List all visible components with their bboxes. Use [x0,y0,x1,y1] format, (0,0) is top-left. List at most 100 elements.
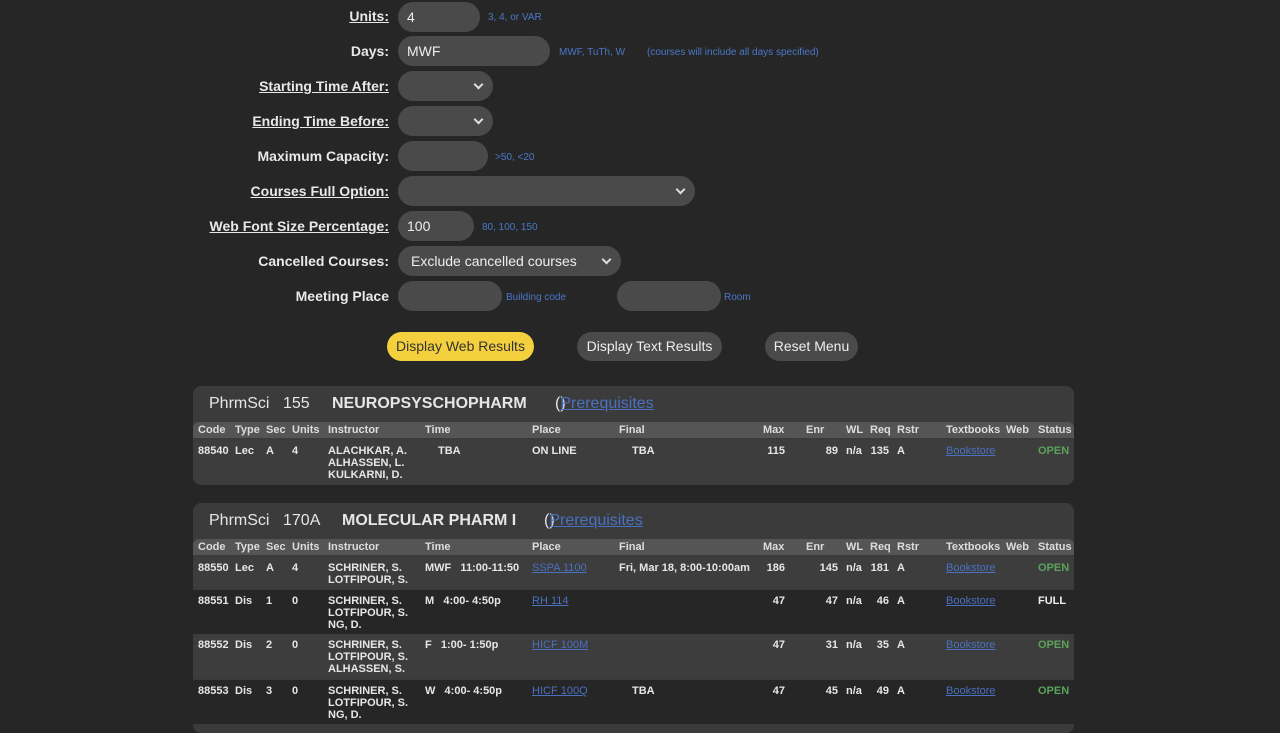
font-size-label[interactable]: Web Font Size Percentage: [210,218,389,234]
column-header-units: Units [292,424,320,436]
cell-type: Lec [235,445,254,457]
table-row: 88552 Dis 2 0 SCHRINER, S. LOTFIPOUR, S. ALH… [193,634,1074,678]
max-capacity-hint: >50, <20 [495,152,535,163]
course-dept: PhrmSci [209,395,270,412]
cancelled-select[interactable]: Exclude cancelled courses [398,246,621,276]
cell-sec: 2 [266,639,273,651]
column-header-type: Type [235,424,260,436]
column-header-rstr: Rstr [897,541,920,553]
table-row: 88551 Dis 1 0 SCHRINER, S. LOTFIPOUR, S. NG,… [193,590,1074,634]
cell-rstr: A [897,639,905,651]
cell-type: Lec [235,562,254,574]
cell-sec: A [266,445,274,457]
cell-wl: n/a [846,595,862,607]
end-time-label[interactable]: Ending Time Before: [252,113,389,129]
column-header-units: Units [292,541,320,553]
bookstore-link[interactable]: Bookstore [946,562,996,574]
cell-units: 0 [292,595,299,607]
prerequisites: (Prerequisites) [544,503,643,539]
column-header-place: Place [532,424,561,436]
units-label: Units: [349,8,389,24]
cell-instructor: ALACHKAR, A. ALHASSEN, L. KULKARNI, D. [328,445,408,481]
column-header-sec: Sec [266,541,286,553]
cell-sec: A [266,562,274,574]
column-header-time: Time [425,541,451,553]
cell-code: 88553 [198,685,229,697]
course-dept: PhrmSci [209,512,270,529]
cell-sec: 1 [266,595,273,607]
cell-time: TBA [438,445,461,457]
column-header-final: Final [619,541,645,553]
column-header-textbooks: Textbooks [946,424,1001,436]
column-header-row: Code Type Sec Units Instructor Time Place Final… [193,422,1074,438]
cell-max: 47 [772,595,785,607]
cell-req: 46 [876,595,889,607]
days-input[interactable]: MWF [398,36,550,66]
course-title: PhrmSci 170A MOLECULAR PHARM I (Prerequisit… [193,503,1074,539]
full-option-select[interactable] [398,176,695,206]
units-hint: 3, 4, or VAR [488,12,542,23]
reset-menu-button[interactable]: Reset Menu [765,332,858,361]
full-option-label[interactable]: Courses Full Option: [251,183,389,199]
cell-instructor: SCHRINER, S. LOTFIPOUR, S. ALHASSEN, S. [328,639,409,675]
prerequisites-link[interactable]: Prerequisites [549,503,642,539]
building-input[interactable] [398,281,502,311]
cell-rstr: A [897,562,905,574]
column-header-wl: WL [846,541,864,553]
cell-units: 0 [292,639,299,651]
max-capacity-label: Maximum Capacity: [257,148,389,164]
days-hint: MWF, TuTh, W [559,47,626,58]
cell-req: 49 [876,685,889,697]
cell-code: 88550 [198,562,229,574]
cell-time: W 4:00- 4:50p [425,685,503,697]
days-note: (courses will include all days specified… [647,47,819,58]
prerequisites-link[interactable]: Prerequisites [560,386,653,422]
column-header-status: Status [1038,424,1072,436]
font-size-hint: 80, 100, 150 [482,222,538,233]
units-input[interactable]: 4 [398,2,480,32]
end-time-select[interactable] [398,106,493,136]
cell-status: OPEN [1038,639,1070,651]
meeting-place-label: Meeting Place [295,288,389,304]
cell-req: 135 [870,445,889,457]
cell-req: 181 [870,562,889,574]
column-header-sec: Sec [266,424,286,436]
display-text-results-button[interactable]: Display Text Results [577,332,722,361]
cell-wl: n/a [846,445,862,457]
cell-max: 186 [766,562,785,574]
max-capacity-input[interactable] [398,141,488,171]
room-input[interactable] [617,281,721,311]
column-header-row: Code Type Sec Units Instructor Time Place Final… [193,539,1074,555]
table-row: 88540 Lec A 4 ALACHKAR, A. ALHASSEN, L. KULK… [193,440,1074,484]
prerequisites: (Prerequisites) [555,386,654,422]
course-number: 170A [283,512,321,529]
bookstore-link[interactable]: Bookstore [946,685,996,697]
cancelled-label: Cancelled Courses: [258,253,389,269]
place-link[interactable]: HICF 100M [532,639,588,651]
table-row: 88553 Dis 3 0 SCHRINER, S. LOTFIPOUR, S. NG,… [193,680,1074,724]
cell-units: 0 [292,685,299,697]
cell-rstr: A [897,685,905,697]
bookstore-link[interactable]: Bookstore [946,445,996,457]
column-header-textbooks: Textbooks [946,541,1001,553]
bookstore-link[interactable]: Bookstore [946,595,996,607]
bookstore-link[interactable]: Bookstore [946,639,996,651]
display-web-results-button[interactable]: Display Web Results [387,332,534,361]
column-header-max: Max [763,424,785,436]
cell-type: Dis [235,595,253,607]
start-time-label[interactable]: Starting Time After: [259,78,389,94]
place-link[interactable]: RH 114 [532,595,568,607]
cell-time: F 1:00- 1:50p [425,639,499,651]
course-title: PhrmSci 155 NEUROPSYSCHOPHARM (Prerequisite… [193,386,1074,422]
cell-type: Dis [235,639,253,651]
cell-instructor: SCHRINER, S. LOTFIPOUR, S. [328,562,409,586]
column-header-time: Time [425,424,451,436]
cell-max: 115 [767,445,785,457]
cell-instructor: SCHRINER, S. LOTFIPOUR, S. NG, D. [328,595,409,631]
font-size-input[interactable]: 100 [398,211,474,241]
start-time-select[interactable] [398,71,493,101]
cell-sec: 3 [266,685,273,697]
place-link[interactable]: SSPA 1100 [532,562,587,574]
column-header-final: Final [619,424,645,436]
place-link[interactable]: HICF 100Q [532,685,588,697]
